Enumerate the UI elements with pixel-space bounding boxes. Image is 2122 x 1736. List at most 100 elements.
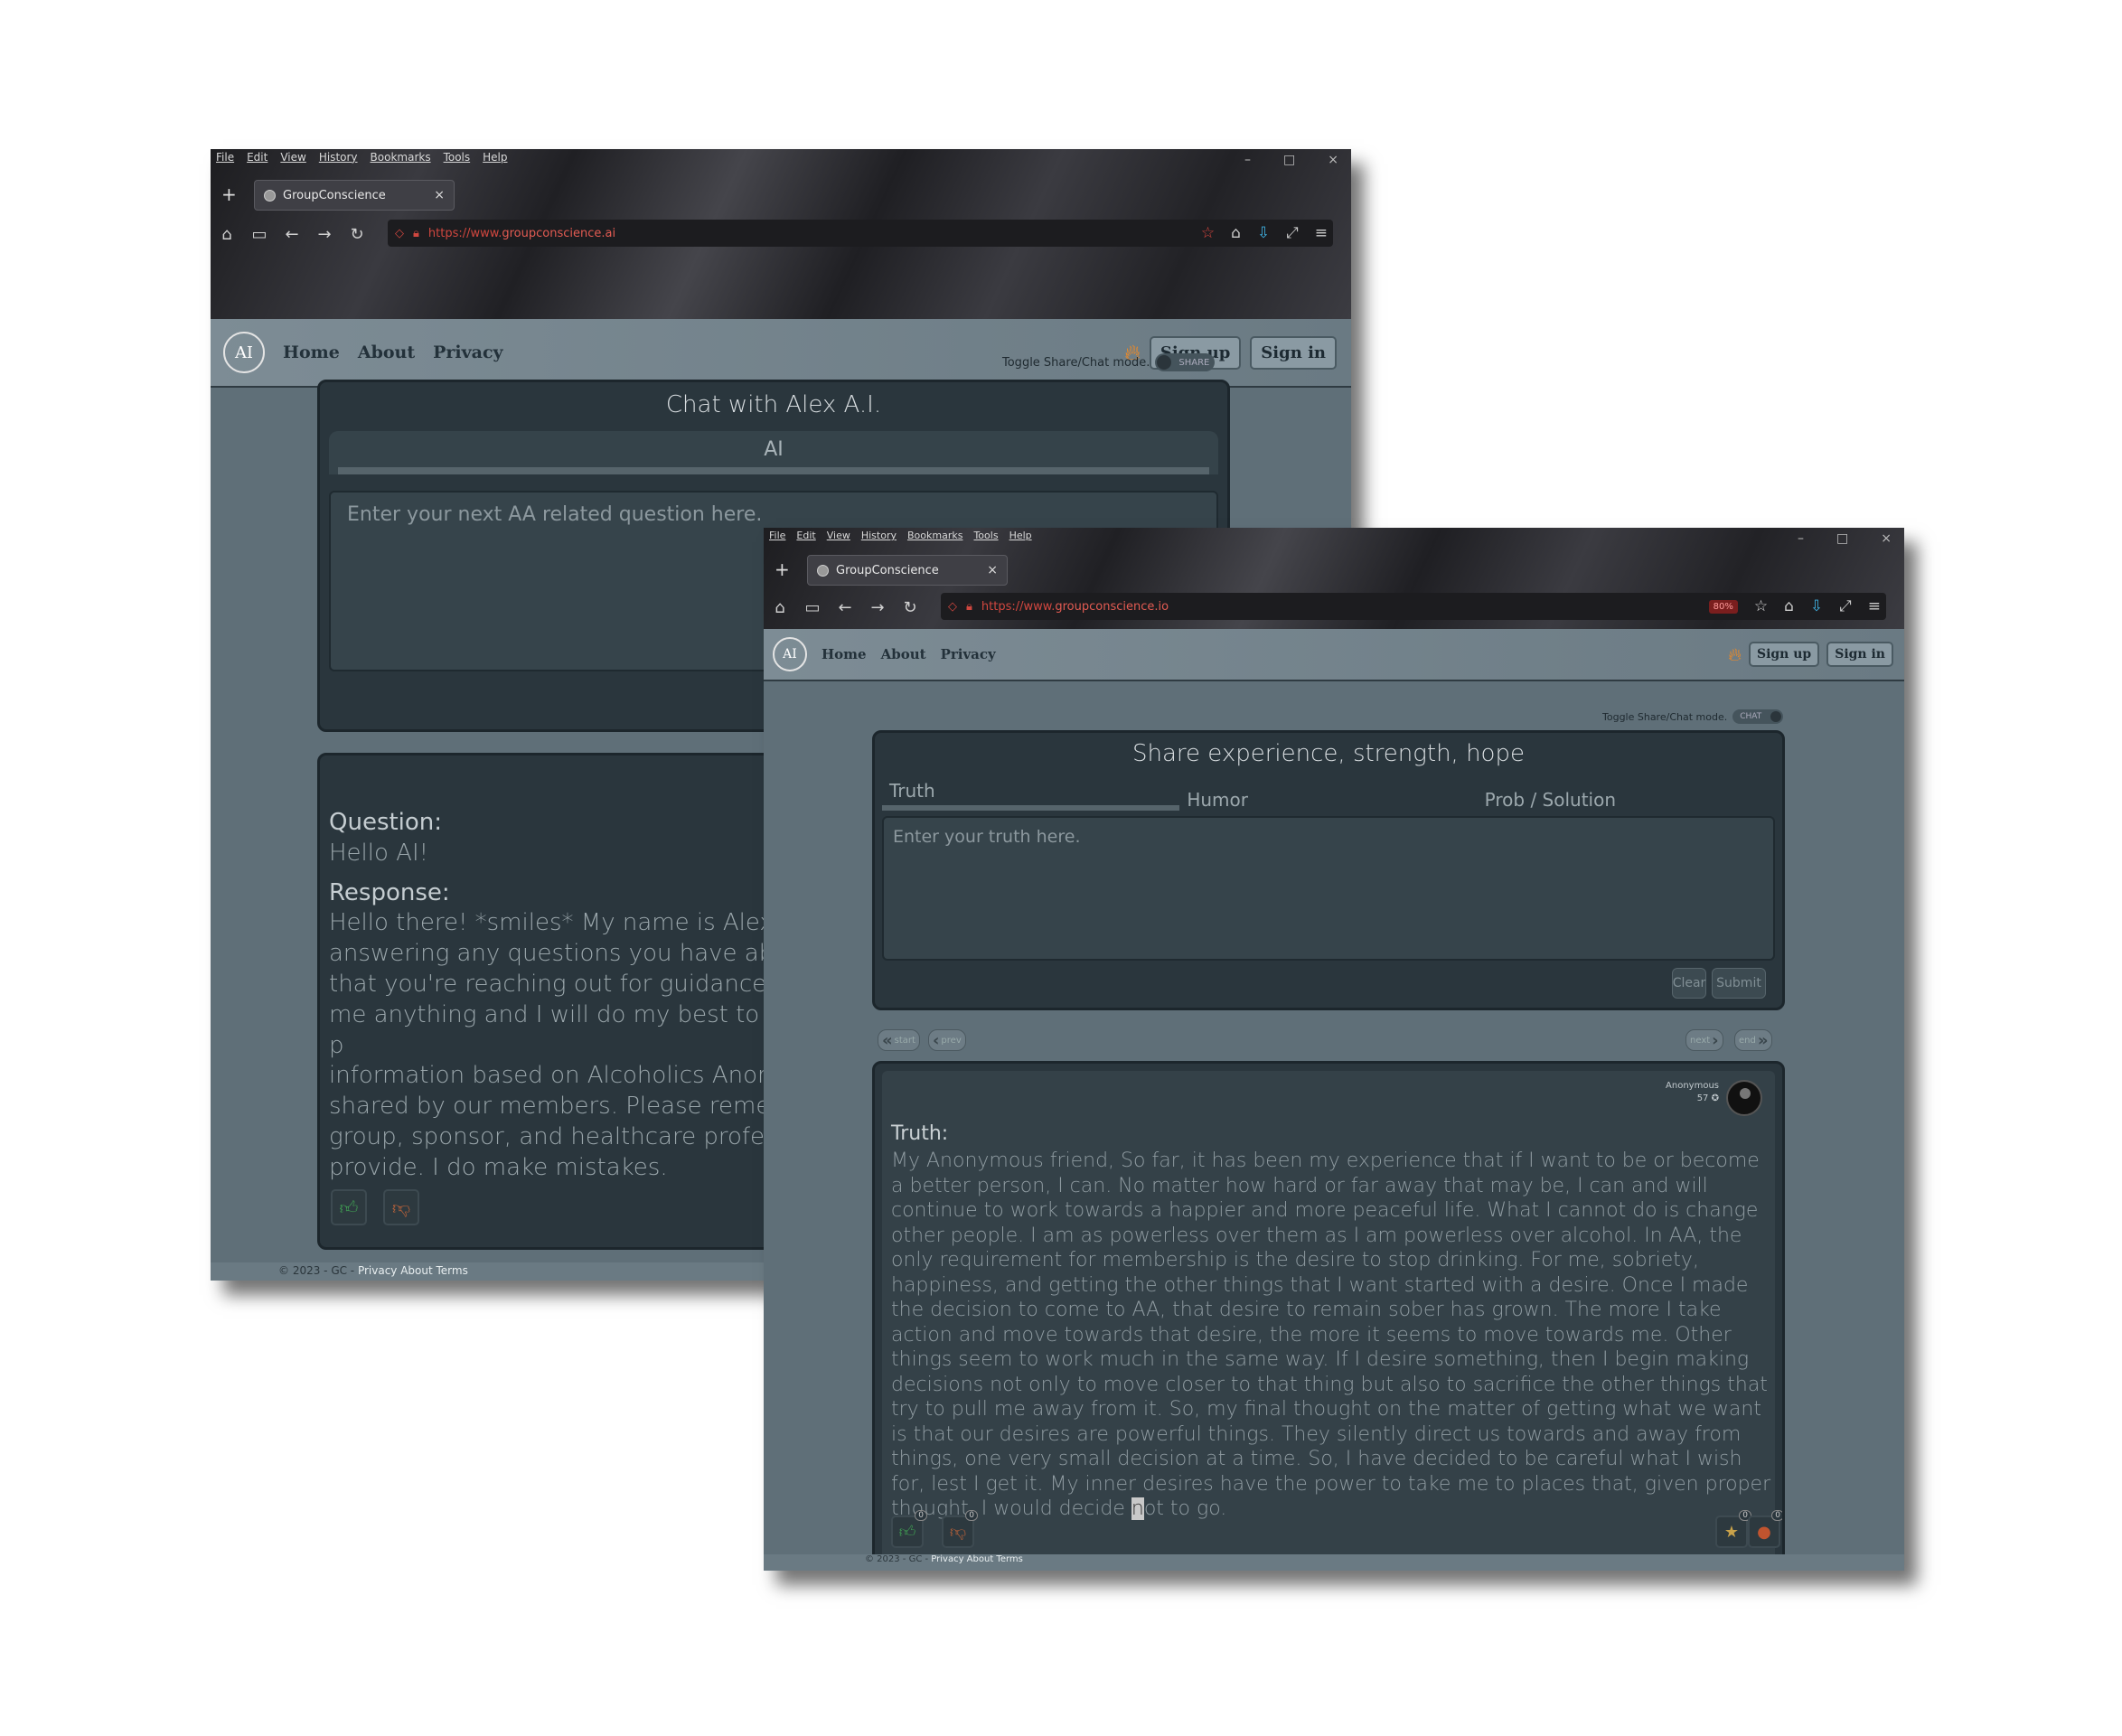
menu-view[interactable]: View: [280, 151, 305, 164]
maximize-button[interactable]: □: [1836, 531, 1848, 546]
mode-toggle-switch[interactable]: SHARE: [1155, 353, 1216, 371]
close-tab-icon[interactable]: ×: [987, 563, 998, 577]
new-tab-button[interactable]: +: [775, 558, 790, 580]
thumbs-up-button[interactable]: 👍︎: [331, 1189, 367, 1225]
sign-in-button[interactable]: Sign in: [1250, 335, 1337, 370]
home-icon[interactable]: ⌂: [1784, 597, 1794, 615]
tab-humor[interactable]: Humor: [1179, 780, 1477, 811]
pager-end[interactable]: end»: [1734, 1029, 1773, 1051]
nav-privacy[interactable]: Privacy: [941, 646, 996, 662]
browser-tab[interactable]: GroupConscience ×: [807, 555, 1008, 586]
sign-in-button[interactable]: Sign in: [1826, 642, 1893, 667]
hamburger-menu-icon[interactable]: ≡: [1868, 597, 1881, 615]
nav-about[interactable]: About: [358, 343, 415, 362]
folder-icon[interactable]: ▭: [243, 225, 276, 244]
site-logo[interactable]: AI: [223, 332, 265, 373]
thumbs-down-count: 0: [965, 1510, 978, 1521]
back-icon[interactable]: ←: [829, 598, 861, 617]
footer-links[interactable]: Privacy About Terms: [358, 1264, 468, 1277]
footer-links[interactable]: Privacy About Terms: [931, 1554, 1023, 1564]
pager-prev[interactable]: ‹ prev: [928, 1029, 966, 1051]
truth-input[interactable]: Enter your truth here.: [882, 816, 1775, 961]
thumbs-up-count: 0: [915, 1510, 927, 1521]
shield-icon[interactable]: ◇: [948, 600, 957, 614]
thumbs-up-button[interactable]: 👍︎ 0: [891, 1510, 927, 1548]
fullscreen-icon[interactable]: ⤢: [1286, 224, 1299, 242]
tab-prob-solution[interactable]: Prob / Solution: [1478, 780, 1775, 811]
forward-icon[interactable]: →: [308, 225, 341, 244]
tab-ai[interactable]: AI: [329, 431, 1218, 474]
url-right-icons: ☆ ⌂ ⇩ ⤢ ≡: [1201, 224, 1333, 242]
menu-bookmarks[interactable]: Bookmarks: [907, 530, 962, 541]
sign-up-button[interactable]: Sign up: [1748, 642, 1820, 667]
download-icon[interactable]: ⇩: [1810, 597, 1823, 615]
bookmark-icon[interactable]: ⌂: [211, 225, 243, 244]
nav-privacy[interactable]: Privacy: [433, 343, 502, 362]
forward-icon[interactable]: →: [861, 598, 894, 617]
menu-file[interactable]: File: [216, 151, 234, 164]
home-icon[interactable]: ⌂: [1231, 224, 1241, 242]
menu-tools[interactable]: Tools: [973, 530, 998, 541]
mode-toggle-switch[interactable]: CHAT: [1732, 709, 1784, 724]
url-bar[interactable]: ◇ 🔒︎ https://www.groupconscience.ai ☆ ⌂ …: [388, 220, 1333, 247]
back-icon[interactable]: ←: [276, 225, 308, 244]
fullscreen-icon[interactable]: ⤢: [1839, 597, 1852, 615]
minimize-button[interactable]: –: [1798, 531, 1804, 546]
reload-icon[interactable]: ↻: [341, 225, 373, 244]
flame-icon[interactable]: 🔥︎: [1728, 643, 1742, 665]
pager-next[interactable]: next ›: [1685, 1029, 1723, 1051]
nav-toolbar: ⌂ ▭ ← → ↻ ◇ 🔒︎ https://www.groupconscien…: [211, 216, 1351, 252]
reload-icon[interactable]: ↻: [894, 598, 926, 617]
nav-home[interactable]: Home: [283, 343, 340, 362]
clear-button[interactable]: Clear: [1672, 968, 1706, 999]
lock-icon: 🔒︎: [413, 226, 419, 240]
site-logo[interactable]: AI: [773, 637, 807, 671]
tab-truth[interactable]: Truth: [882, 780, 1180, 811]
thumbs-down-button[interactable]: 👎︎: [383, 1189, 419, 1225]
pager-start[interactable]: «start: [878, 1029, 920, 1051]
close-window-button[interactable]: ×: [1881, 531, 1892, 546]
minimize-button[interactable]: –: [1244, 153, 1251, 167]
star-icon[interactable]: ☆: [1754, 597, 1768, 615]
menu-file[interactable]: File: [769, 530, 785, 541]
url-text: https://www.groupconscience.io: [981, 599, 1169, 614]
menu-edit[interactable]: Edit: [247, 151, 268, 164]
nav-about[interactable]: About: [881, 646, 926, 662]
browser-tab[interactable]: GroupConscience ×: [254, 180, 455, 211]
menu-bookmarks[interactable]: Bookmarks: [371, 151, 431, 164]
new-tab-button[interactable]: +: [221, 183, 237, 205]
submit-button[interactable]: Submit: [1712, 968, 1766, 999]
url-bar[interactable]: ◇ 🔒︎ https://www.groupconscience.io 80% …: [941, 593, 1886, 620]
report-button[interactable]: ● 0: [1748, 1510, 1782, 1548]
response-line: shared by our members. Please reme: [329, 1093, 771, 1121]
tab-title: GroupConscience: [836, 563, 939, 577]
response-line: me anything and I will do my best to p: [329, 1000, 760, 1059]
menu-help[interactable]: Help: [1009, 530, 1032, 541]
maximize-button[interactable]: □: [1283, 153, 1295, 167]
favorite-button[interactable]: ★ 0: [1715, 1510, 1751, 1548]
shield-icon[interactable]: ◇: [395, 227, 404, 240]
browser-window-share: File Edit View History Bookmarks Tools H…: [764, 528, 1904, 1571]
avatar[interactable]: [1726, 1080, 1762, 1116]
menu-help[interactable]: Help: [483, 151, 507, 164]
mode-toggle: Toggle Share/Chat mode. CHAT: [1602, 709, 1784, 724]
menu-view[interactable]: View: [827, 530, 850, 541]
thumbs-down-icon: 👎︎: [391, 1196, 411, 1218]
close-tab-icon[interactable]: ×: [434, 188, 445, 202]
globe-icon: [264, 189, 276, 202]
zoom-badge[interactable]: 80%: [1708, 599, 1738, 614]
download-icon[interactable]: ⇩: [1257, 224, 1270, 242]
menu-edit[interactable]: Edit: [796, 530, 815, 541]
star-icon[interactable]: ☆: [1201, 224, 1215, 242]
menu-history[interactable]: History: [861, 530, 897, 541]
menu-tools[interactable]: Tools: [444, 151, 471, 164]
footer-copyright: © 2023 - GC -: [278, 1264, 358, 1277]
folder-icon[interactable]: ▭: [796, 598, 829, 617]
nav-home[interactable]: Home: [822, 646, 867, 662]
thumbs-down-button[interactable]: 👎︎ 0: [942, 1510, 978, 1548]
hamburger-menu-icon[interactable]: ≡: [1315, 224, 1328, 242]
bookmark-icon[interactable]: ⌂: [764, 598, 796, 617]
menu-history[interactable]: History: [319, 151, 358, 164]
close-window-button[interactable]: ×: [1328, 153, 1338, 167]
tab-ai-label: AI: [764, 438, 784, 461]
